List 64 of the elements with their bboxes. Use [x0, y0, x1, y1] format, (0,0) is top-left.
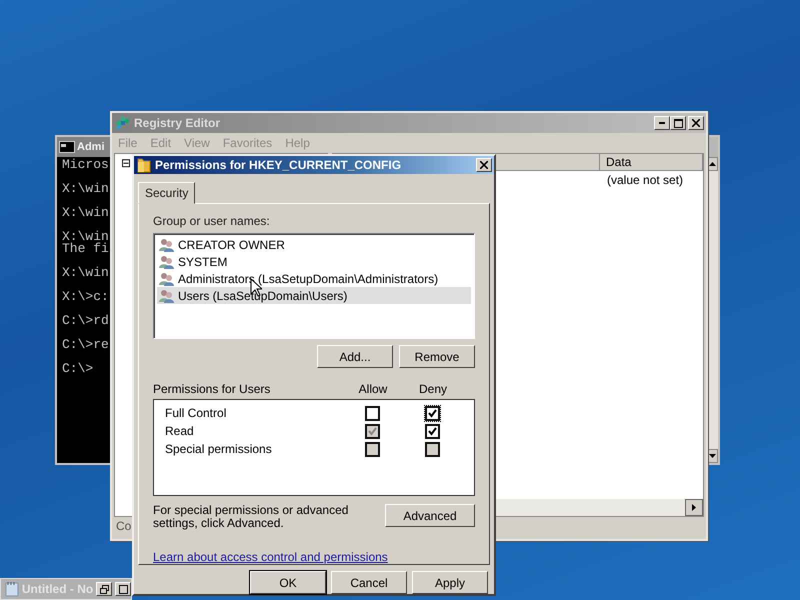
group-label: Group or user names: [153, 214, 271, 228]
permission-name: Read [165, 424, 195, 438]
console-line: X:\win [62, 228, 109, 243]
notepad-icon [5, 581, 19, 597]
console-icon [59, 141, 75, 153]
up-arrow-icon [708, 162, 716, 166]
users-icon [159, 288, 175, 302]
console-line: C:\>re [62, 336, 109, 351]
window-title: Admi [77, 141, 104, 153]
folder-icon [137, 157, 151, 173]
dialog-button[interactable]: Cancel [331, 571, 407, 594]
dialog-button[interactable]: Add... [317, 345, 393, 368]
permission-name: Full Control [165, 406, 228, 420]
dialog-title: Permissions for HKEY_CURRENT_CONFIG [155, 158, 402, 172]
user-item[interactable]: Users (LsaSetupDomain\Users) [157, 287, 471, 304]
permissions-label: Permissions for Users [153, 382, 272, 396]
console-line: C:\>rd [62, 312, 109, 327]
table-cell-text: (value not set) [606, 173, 684, 187]
dialog-button[interactable]: OK [250, 571, 326, 594]
console-line: X:\win [62, 264, 109, 279]
restore-button[interactable] [96, 582, 112, 596]
permission-name: Special permissions [165, 442, 273, 456]
maximize-button[interactable] [115, 582, 131, 596]
close-icon [692, 119, 700, 127]
minimize-icon [659, 122, 665, 124]
right-arrow-icon [692, 504, 696, 511]
close-icon [480, 161, 488, 169]
registry-icon [115, 115, 131, 131]
down-arrow-icon [708, 454, 716, 458]
advanced-button[interactable]: Advanced [385, 504, 475, 527]
console-line: X:\win [62, 180, 109, 195]
console-line: The fi [62, 243, 109, 255]
user-item[interactable]: Administrators (LsaSetupDomain\Administrators) [157, 270, 471, 287]
minimize-button[interactable] [654, 116, 670, 130]
column-header[interactable]: Data [600, 154, 703, 171]
maximize-icon [674, 118, 682, 128]
console-line: X:\>c: [62, 288, 109, 303]
check-icon [368, 426, 376, 436]
maximize-button[interactable] [670, 116, 686, 130]
advanced-hint: For special permissions or advanced settings, click Advanced. [153, 504, 350, 530]
tree-toggle[interactable]: ⊟ [121, 156, 131, 170]
close-button[interactable] [688, 116, 704, 130]
tab[interactable]: Security [138, 182, 196, 204]
restore-icon [100, 584, 109, 594]
deny-checkbox[interactable] [424, 422, 440, 440]
users-icon [159, 254, 175, 268]
console-line: Micros [62, 159, 109, 171]
column-header: Deny [418, 382, 448, 396]
dialog-button[interactable]: Apply [412, 571, 488, 594]
maximize-icon [118, 584, 128, 594]
user-item[interactable]: SYSTEM [157, 253, 471, 270]
window-title: Registry Editor [134, 116, 220, 130]
deny-checkbox[interactable] [424, 404, 440, 422]
column-header: Allow [358, 382, 388, 396]
users-icon [159, 238, 175, 252]
status-text: Co [116, 519, 132, 533]
users-icon [159, 272, 175, 286]
console-line: X:\win [62, 204, 109, 219]
allow-checkbox[interactable] [364, 404, 380, 422]
user-item[interactable]: CREATOR OWNER [157, 236, 471, 253]
close-button[interactable] [476, 158, 492, 172]
console-line: C:\> [62, 360, 94, 375]
dialog-button[interactable]: Remove [399, 345, 475, 368]
help-link[interactable]: Learn about access control and permissions [153, 550, 388, 564]
